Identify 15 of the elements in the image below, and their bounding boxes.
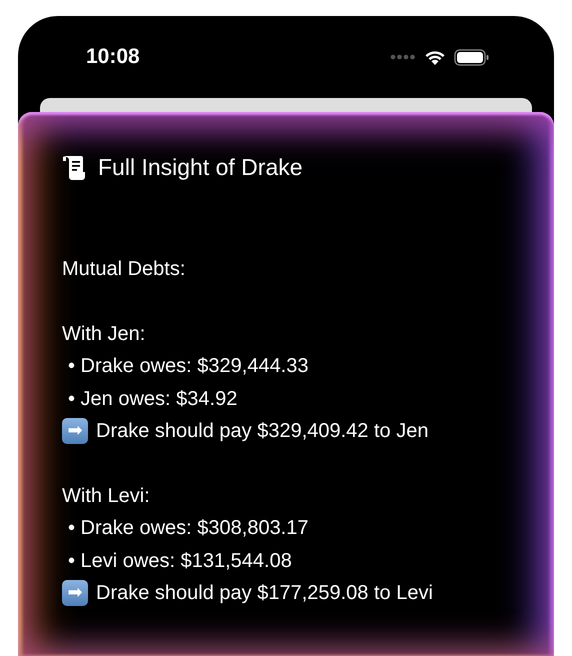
status-time: 10:08 xyxy=(86,45,140,69)
section-heading: With Levi: xyxy=(62,484,151,509)
scroll-icon xyxy=(62,154,86,180)
payment-summary: Drake should pay $329,409.42 to Jen xyxy=(96,419,428,444)
battery-icon xyxy=(454,48,490,66)
card-title: Full Insight of Drake xyxy=(98,154,303,181)
debt-item: • Levi owes: $131,544.08 xyxy=(67,548,293,574)
signal-icon xyxy=(390,54,416,60)
debt-item: • Jen owes: $34.92 xyxy=(67,386,238,412)
wifi-icon xyxy=(424,49,446,65)
debt-item: • Drake owes: $329,444.33 xyxy=(67,354,310,380)
section-heading: Mutual Debts: xyxy=(62,257,186,282)
payment-summary: Drake should pay $177,259.08 to Levi xyxy=(96,581,433,606)
section-heading: With Jen: xyxy=(62,322,146,347)
debt-item: • Drake owes: $308,803.17 xyxy=(67,516,310,542)
